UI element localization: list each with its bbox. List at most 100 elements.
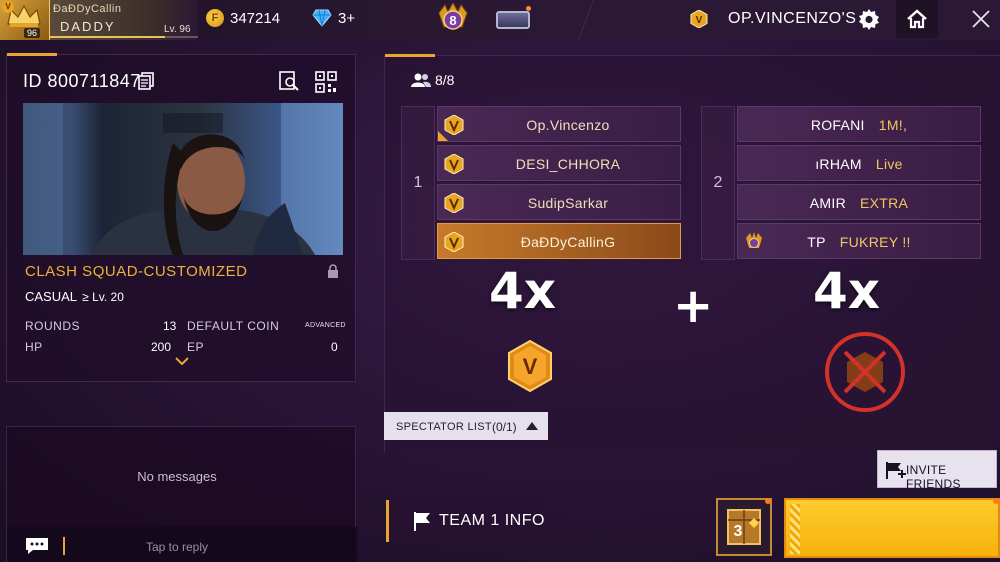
avatar-level: 96 [24, 28, 41, 38]
xp-bar-fill [50, 36, 166, 38]
player-slot-name: ROFANI 1M!, [738, 117, 980, 133]
player-title: DADDY [60, 19, 116, 34]
diamond-icon [312, 9, 332, 27]
default-coin-label: DEFAULT COIN [187, 319, 280, 333]
top-bar: V 96 ĐaĐDyCallin DADDY Lv. 96 F 347214 3… [0, 0, 1000, 40]
team-2-slot[interactable]: ROFANI 1M!, [737, 106, 981, 142]
player-name: ROFANI [810, 117, 865, 133]
rounds-label: ROUNDS [25, 319, 81, 333]
player-slot-name: ıRHAM Live [738, 156, 980, 172]
topbar-divider [576, 0, 596, 40]
rank-badge-icon[interactable]: 8 [436, 3, 470, 35]
v-badge-letter: V [523, 354, 538, 379]
ep-value: 0 [331, 340, 338, 354]
player-name: TP [807, 234, 826, 250]
team-1: 1 Op.Vincenzo DESI_CHHORA SudipSarkar Đa… [401, 106, 681, 260]
team-1-index: 1 [401, 106, 435, 260]
room-mode: CLASH SQUAD-CUSTOMIZED [25, 263, 248, 280]
mail-notification-dot [526, 6, 531, 11]
player-slot-name: TP FUKREY !! [738, 234, 980, 250]
player-slot-name: Op.Vincenzo [526, 117, 610, 133]
room-cover-image [23, 103, 343, 255]
team-1-slot[interactable]: Op.Vincenzo [437, 106, 681, 142]
panel-accent [385, 54, 435, 57]
close-button[interactable] [962, 0, 1000, 38]
crate-notification-dot [765, 498, 771, 504]
player-name-card[interactable]: ĐaĐDyCallin DADDY Lv. 96 [50, 0, 198, 40]
chat-panel: No messages Tap to reply [6, 426, 357, 562]
chat-empty-message: No messages [137, 469, 217, 484]
player-tag: Live [875, 156, 903, 172]
room-info-panel: ID 800711847 CLASH SQUAD-CUSTOMIZED CASU… [6, 53, 356, 382]
coin-counter[interactable]: F 347214 [206, 9, 280, 27]
player-avatar[interactable]: V 96 [0, 0, 50, 40]
chat-input[interactable]: Tap to reply [7, 527, 357, 562]
player-name: AMIR [809, 195, 846, 211]
v-badge-icon: V [690, 10, 708, 28]
team-info-button[interactable]: TEAM 1 INFO [386, 500, 546, 542]
rank-number: 8 [449, 13, 456, 28]
coin-value: 347214 [230, 9, 281, 27]
home-button[interactable] [896, 0, 938, 38]
spectator-label: SPECTATOR LIST [396, 421, 492, 433]
panel-accent [7, 53, 57, 56]
mail-icon[interactable] [496, 11, 530, 29]
invite-flag-icon [886, 462, 906, 479]
team-1-slot-self[interactable]: ĐaĐDyCallinG [437, 223, 681, 259]
player-slot-name: DESI_CHHORA [515, 156, 621, 172]
team-info-label: TEAM 1 INFO [439, 512, 545, 529]
gold-coin-icon: F [206, 9, 224, 27]
search-room-icon[interactable] [279, 71, 299, 91]
host-name: OP.VINCENZO'S [728, 10, 857, 27]
diamond-value: 3+ [338, 9, 356, 27]
chevron-down-icon[interactable] [175, 357, 189, 365]
player-tag: EXTRA [860, 195, 909, 211]
chat-bubble-icon[interactable] [25, 537, 49, 555]
invite-friends-label: INVITE FRIENDS [906, 463, 961, 491]
team-panel: 8/8 1 Op.Vincenzo DESI_CHHORA SudipSarka… [384, 54, 1000, 453]
sub-mode: CASUAL [25, 289, 77, 304]
hp-value: 200 [151, 340, 172, 354]
qr-code-icon[interactable] [315, 71, 337, 93]
diamond-counter[interactable]: 3+ [312, 9, 355, 27]
player-slot-name: ĐaĐDyCallinG [520, 234, 616, 250]
team-2-index: 2 [701, 106, 735, 260]
team-1-slot[interactable]: SudipSarkar [437, 184, 681, 220]
hp-label: HP [25, 340, 43, 354]
room-id-value: 800711847 [47, 71, 141, 91]
team-2-slot[interactable]: TP FUKREY !! [737, 223, 981, 259]
lock-icon [328, 264, 338, 278]
player-tag: 1M!, [878, 117, 908, 133]
v-badge-icon [444, 115, 464, 135]
host-v-letter: V [696, 15, 703, 26]
plus-sign: + [673, 278, 714, 334]
v-badge-icon [444, 232, 464, 252]
team-1-multiplier: 4x [489, 262, 557, 320]
gear-icon[interactable] [858, 8, 880, 30]
loot-crate-button[interactable]: 3 [716, 498, 772, 556]
start-button[interactable] [784, 498, 1000, 558]
crate-number: 3 [734, 523, 743, 540]
xp-bar [50, 36, 198, 38]
triangle-up-icon [526, 422, 538, 430]
v-badge-icon: V [2, 1, 14, 13]
v-badge-icon [444, 154, 464, 174]
spectator-list-toggle[interactable]: SPECTATOR LIST (0/1) [384, 412, 548, 440]
team-1-slot[interactable]: DESI_CHHORA [437, 145, 681, 181]
room-sub-mode: CASUAL ≥ Lv. 20 [25, 289, 124, 304]
invite-friends-button[interactable]: INVITE FRIENDS [877, 450, 997, 491]
room-id-label: ID [23, 71, 42, 91]
default-coin-value: ADVANCED [305, 322, 346, 329]
level-requirement: ≥ Lv. 20 [82, 290, 124, 304]
v-badge-icon [444, 193, 464, 213]
team-2-slot[interactable]: ıRHAM Live [737, 145, 981, 181]
spectator-count: (0/1) [492, 420, 517, 434]
players-icon [411, 73, 431, 87]
team-2-slot[interactable]: AMIR EXTRA [737, 184, 981, 220]
close-icon [972, 10, 990, 28]
player-level: Lv. 96 [164, 24, 191, 35]
player-slot-name: SudipSarkar [527, 195, 609, 211]
v-badge-icon: V [508, 340, 552, 392]
copy-icon[interactable] [138, 72, 154, 90]
home-icon [907, 9, 927, 29]
